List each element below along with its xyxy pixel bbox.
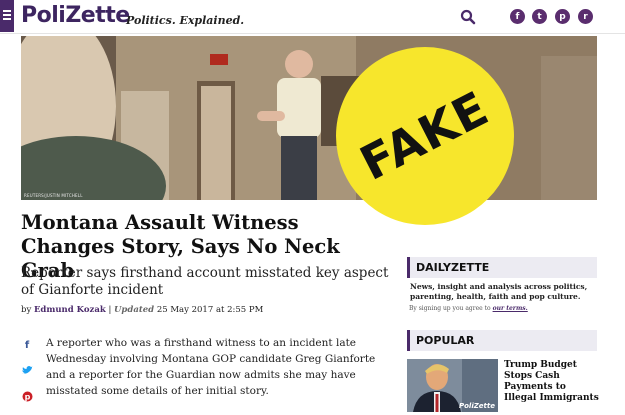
article-date: 25 May 2017 at 2:55 PM [156,305,264,315]
rss-icon[interactable]: r [578,9,593,24]
menu-icon[interactable] [0,0,14,32]
popular-thumbnail[interactable]: PoliZette [407,359,498,412]
dailyzette-description: News, insight and analysis across politi… [410,282,588,301]
byline-prefix: by [21,305,32,315]
site-tagline: Politics. Explained. [126,14,245,27]
pinterest-share-icon[interactable]: p [21,390,33,402]
byline-separator: | [108,305,112,315]
fake-stamp-text: FAKE [352,80,498,192]
photo-credit: REUTERS/JUSTIN MITCHELL [24,193,83,198]
popular-item-title[interactable]: Trump Budget Stops Cash Payments to Ille… [504,360,599,404]
svg-text:p: p [24,392,30,401]
terms-link[interactable]: our terms. [493,305,528,312]
fake-stamp: FAKE [336,47,514,225]
byline: by Edmund Kozak | Updated 25 May 2017 at… [21,305,263,315]
dailyzette-header: DAILYZETTE [407,257,597,278]
article-body: A reporter who was a firsthand witness t… [46,337,376,397]
facebook-share-icon[interactable]: f [21,339,33,351]
article-subhead: Reporter says firsthand account misstate… [21,265,389,298]
twitter-icon[interactable]: t [532,9,547,24]
facebook-icon[interactable]: f [510,9,525,24]
site-header: PoliZette Politics. Explained. f t p r [0,0,625,34]
thumbnail-logo: PoliZette [458,402,495,410]
signup-note-text: By signing up you agree to [409,305,491,312]
popular-header: POPULAR [407,330,597,351]
signup-note: By signing up you agree to our terms. [409,305,528,312]
pinterest-icon[interactable]: p [555,9,570,24]
twitter-share-icon[interactable] [21,364,33,376]
author-link[interactable]: Edmund Kozak [34,305,106,315]
search-icon[interactable] [460,9,476,25]
site-logo[interactable]: PoliZette [21,3,130,28]
updated-label: Updated [114,305,155,315]
